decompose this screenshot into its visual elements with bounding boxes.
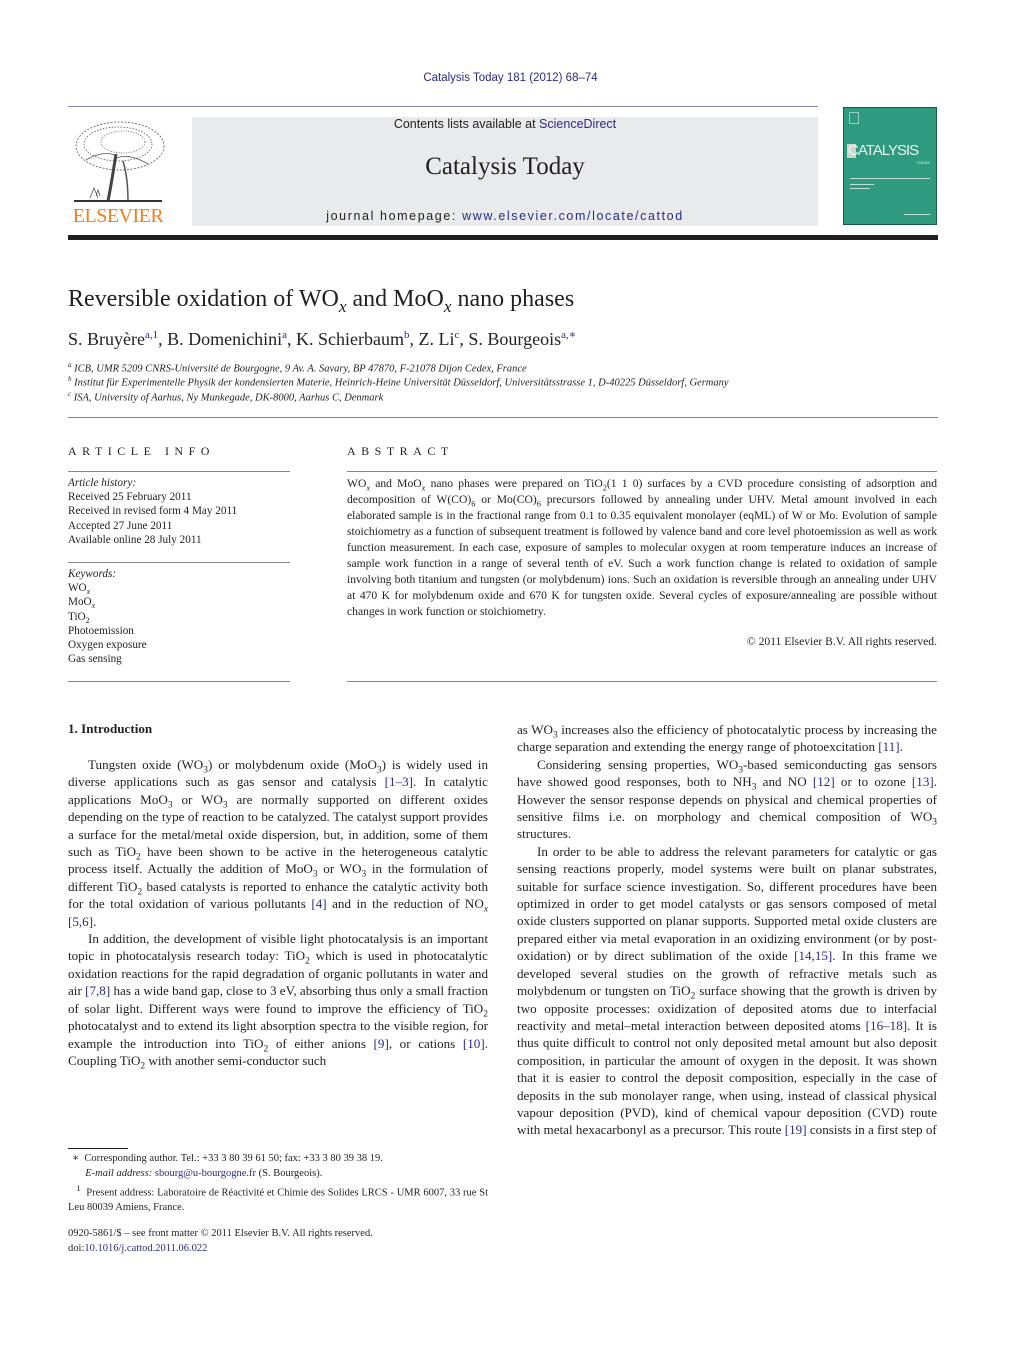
homepage-label: journal homepage: [326,209,463,223]
article-title: Reversible oxidation of WOx and MoOx nan… [68,286,575,316]
citation-link[interactable]: [10] [463,1036,485,1051]
author-affiliation-link[interactable]: c [455,329,460,341]
journal-citation[interactable]: Catalysis Today 181 (2012) 68–74 [0,72,1021,84]
paragraph: In addition, the development of visible … [68,931,488,1072]
affiliation-c: c ISA, University of Aarhus, Ny Munkegad… [68,390,384,404]
paragraph: Tungsten oxide (WO3) or molybdenum oxide… [68,757,488,929]
history-item: Available online 28 July 2011 [68,533,202,546]
keyword: WOx [68,582,91,597]
divider [347,471,937,472]
affiliation-a: a ICB, UMR 5209 CNRS-Université de Bourg… [68,361,527,375]
keyword: Oxygen exposure [68,639,147,652]
cover-line [850,188,870,189]
footnote-rule [68,1148,128,1149]
journal-banner: Contents lists available at ScienceDirec… [192,117,818,226]
journal-homepage-link[interactable]: www.elsevier.com/locate/cattod [462,209,684,223]
header-rule [68,106,818,107]
divider [68,417,938,418]
citation-link[interactable]: [11] [878,739,899,754]
contents-label: Contents lists available at [393,117,540,131]
author: S. Bourgeois [468,329,562,349]
author: B. Domenichini [167,329,283,349]
history-item: Received in revised form 4 May 2011 [68,505,238,518]
history-label: Article history: [68,477,137,489]
author: K. Schierbaum [296,329,404,349]
footnote-present-address: 1 Present address: Laboratoire de Réacti… [68,1183,488,1213]
abstract-copyright: © 2011 Elsevier B.V. All rights reserved… [746,635,937,648]
elsevier-wordmark: ELSEVIER [72,205,164,227]
author: Z. Li [418,329,455,349]
contents-line: Contents lists available at ScienceDirec… [192,117,818,131]
abstract-text: WOx and MoOx nano phases were prepared o… [347,477,938,618]
abstract-heading: ABSTRACT [347,444,454,458]
paragraph: Considering sensing properties, WO3-base… [517,756,938,842]
cover-line [904,214,930,215]
citation-link[interactable]: [5,6] [68,914,93,929]
doi-line: doi:10.1016/j.cattod.2011.06.022 [68,1243,208,1254]
citation-link[interactable]: [19] [785,1122,807,1137]
keywords-label: Keywords: [68,568,117,580]
citation-link[interactable]: [13] [912,774,934,789]
doi-link[interactable]: 10.1016/j.cattod.2011.06.022 [84,1243,207,1254]
history-item: Accepted 27 June 2011 [68,519,173,532]
keywords: Keywords: WOx MoOx TiO2 Photoemission Ox… [68,567,147,666]
citation-link[interactable]: [7,8] [85,983,110,998]
author-affiliation-link[interactable]: b [404,329,410,341]
citation-link[interactable]: [16–18] [866,1018,907,1033]
author-affiliation-link[interactable]: a,1 [145,329,158,341]
keyword: MoOx [68,596,96,611]
cover-line [850,184,874,185]
homepage-line: journal homepage: www.elsevier.com/locat… [192,209,818,223]
issn-doi: 0920-5861/$ – see front matter © 2011 El… [68,1226,373,1256]
divider [347,681,937,682]
article-history: Article history: Received 25 February 20… [68,476,237,547]
keyword: TiO2 [68,610,90,625]
citation-link[interactable]: [12] [813,774,835,789]
divider [68,562,290,563]
divider [68,681,290,682]
header-thick-rule [68,235,938,240]
elsevier-logo: ELSEVIER [68,116,168,228]
paragraph: as WO3 increases also the efficiency of … [517,722,937,755]
cover-emblem-icon [849,112,859,124]
citation-link[interactable]: [14,15] [794,948,832,963]
cover-line [850,178,930,179]
author-affiliation-link[interactable]: a,∗ [561,329,576,341]
citation-link[interactable]: [4] [311,896,326,911]
author-list: S. Bruyèrea,1, B. Domenichinia, K. Schie… [68,329,577,349]
citation-link[interactable]: [1–3] [385,774,413,789]
section-heading-introduction: 1. Introduction [68,721,153,736]
history-item: Received 25 February 2011 [68,491,192,504]
article-info-heading: ARTICLE INFO [68,444,215,458]
keyword: Photoemission [68,624,134,637]
email-link[interactable]: sbourg@u-bourgogne.fr [155,1168,256,1179]
divider [68,471,290,472]
paragraph: In order to be able to address the relev… [517,843,937,1138]
author-affiliation-link[interactable]: a [282,329,287,341]
author: S. Bruyère [68,329,145,349]
cover-title: CATALYSIS [848,142,919,159]
keyword: Gas sensing [68,653,122,666]
body-column-right: as WO3 increases also the efficiency of … [517,721,937,1139]
issn-line: 0920-5861/$ – see front matter © 2011 El… [68,1228,373,1239]
footnote-corresponding: ∗ Corresponding author. Tel.: +33 3 80 3… [72,1153,383,1179]
body-column-left: Tungsten oxide (WO3) or molybdenum oxide… [68,756,488,1072]
journal-title: Catalysis Today [425,153,585,180]
affiliation-b: b Institut für Experimentelle Physik der… [68,375,729,389]
citation-link[interactable]: [9] [374,1036,389,1051]
elsevier-tree-icon [74,121,165,202]
cover-subtitle: TODAY [916,160,930,165]
sciencedirect-link[interactable]: ScienceDirect [539,117,616,131]
journal-cover-thumbnail[interactable]: CATALYSIS TODAY [843,107,937,225]
